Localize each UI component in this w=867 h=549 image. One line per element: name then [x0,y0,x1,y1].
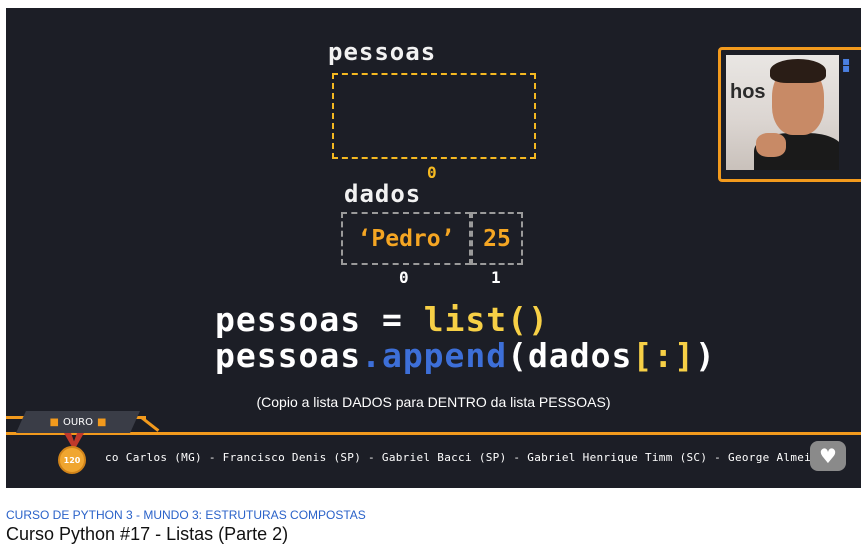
slide-caption: (Copio a lista DADOS para DENTRO da list… [256,394,611,410]
code-paren-close: ) [694,336,716,375]
badge-dot-icon: ■ [49,416,59,428]
pessoas-list-box [332,73,536,159]
dados-cell-0: ‘Pedro’ [341,212,471,265]
presenter-hair [770,59,826,83]
code-var: pessoas [215,336,362,375]
code-assign: = [361,300,424,339]
dados-index-1: 1 [491,268,501,287]
decorative-marks: ▪ ▪ [842,54,851,75]
code-arg: dados [528,336,633,375]
dados-cell-1: 25 [471,212,523,265]
code-list-call: list() [423,300,549,339]
presenter-hand [756,133,786,157]
code-var: pessoas [215,300,362,339]
like-heart-button[interactable]: ♥ [810,441,846,471]
ticker-border-slant [140,416,160,432]
ticker-border [6,432,861,435]
medal-icon: 120 [58,446,86,474]
code-line-1: pessoas = list() [215,300,549,339]
code-line-2: pessoas.append(dados[:]) [215,336,716,375]
supporters-ticker: co Carlos (MG) - Francisco Denis (SP) - … [105,451,825,464]
medal-number: 120 [63,455,81,465]
webcam-video: hos [726,55,839,170]
supporter-tier-badge: ■ OURO ■ [16,411,140,433]
heart-icon: ♥ [819,444,837,468]
badge-label: OURO [62,416,93,428]
dados-label: dados [344,180,422,208]
medal-ribbon-icon [64,433,84,447]
video-player[interactable]: pessoas 0 dados ‘Pedro’ 25 0 1 pessoas =… [6,8,861,488]
video-title: Curso Python #17 - Listas (Parte 2) [6,524,289,544]
pessoas-label: pessoas [328,38,437,66]
dados-index-0: 0 [399,268,409,287]
pessoas-index-0: 0 [427,163,437,182]
playlist-link[interactable]: CURSO DE PYTHON 3 - MUNDO 3: ESTRUTURAS … [6,508,366,522]
code-slice: [:] [632,336,695,375]
badge-dot-icon: ■ [97,416,107,428]
webcam-logo-text: hos [730,81,766,103]
code-append-method: .append [361,336,508,375]
code-paren-open: ( [507,336,529,375]
